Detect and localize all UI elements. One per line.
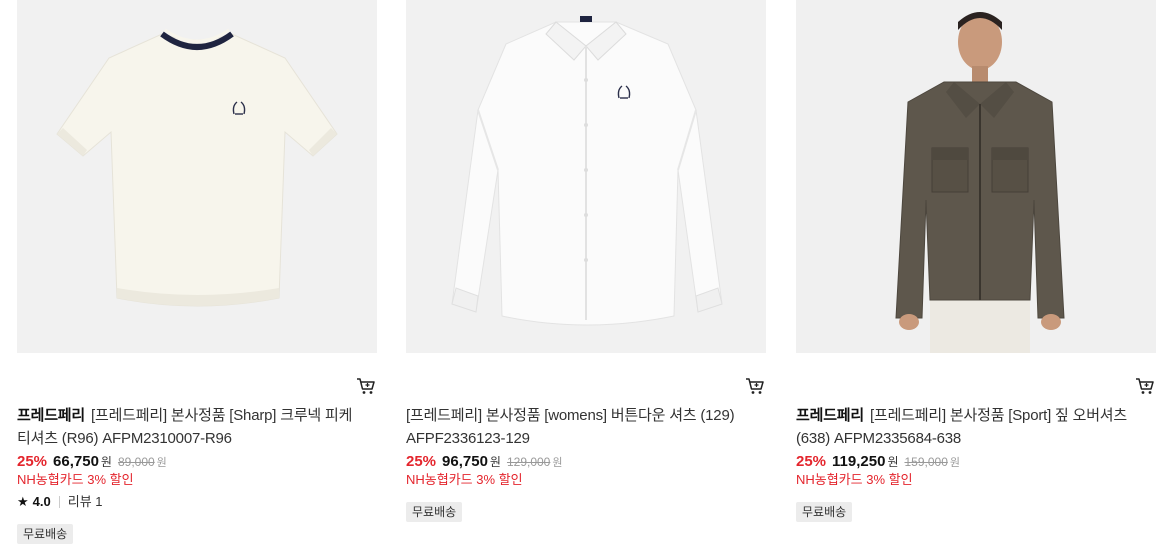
product-name: [프레드페리] 본사정품 [womens] 버튼다운 셔츠 (129) AFPF…	[406, 407, 735, 447]
cart-icon[interactable]	[1135, 377, 1155, 395]
cart-icon-svg	[746, 378, 764, 394]
price-row: 25% 119,250 원 159,000 원	[796, 452, 960, 473]
product-card[interactable]: [프레드페리] 본사정품 [womens] 버튼다운 셔츠 (129) AFPF…	[406, 0, 766, 522]
sale-price: 119,250	[832, 453, 886, 470]
brand-name: 프레드페리	[17, 407, 86, 424]
price-row: 25% 96,750 원 129,000 원	[406, 452, 562, 473]
cart-icon[interactable]	[356, 377, 376, 395]
sale-price: 66,750	[53, 453, 99, 470]
product-image[interactable]	[796, 0, 1156, 353]
free-shipping-badge: 무료배송	[406, 502, 463, 522]
star-icon: ★	[17, 494, 29, 509]
currency: 원	[489, 455, 501, 469]
cart-icon-svg	[1136, 378, 1154, 394]
product-card[interactable]: 프레드페리 [프레드페리] 본사정품 [Sharp] 크루넥 피케 티셔츠 (R9…	[17, 0, 377, 544]
original-price: 89,000	[117, 455, 155, 469]
original-price: 159,000	[904, 455, 948, 469]
rating-value: 4.0	[32, 494, 51, 509]
original-currency: 원	[949, 457, 960, 469]
product-title[interactable]: [프레드페리] 본사정품 [womens] 버튼다운 셔츠 (129) AFPF…	[406, 404, 758, 450]
card-promo: NH농협카드 3% 할인	[796, 472, 913, 487]
divider	[58, 496, 60, 508]
currency: 원	[100, 455, 112, 469]
discount-rate: 25%	[406, 453, 437, 470]
currency: 원	[887, 455, 899, 469]
original-price: 129,000	[506, 455, 551, 469]
cart-icon-svg	[357, 378, 375, 394]
original-currency: 원	[552, 457, 563, 469]
card-promo: NH농협카드 3% 할인	[406, 472, 523, 487]
cart-icon[interactable]	[745, 377, 765, 395]
review-count: 리뷰 1	[67, 494, 103, 509]
discount-rate: 25%	[796, 453, 827, 470]
product-title[interactable]: 프레드페리 [프레드페리] 본사정품 [Sport] 짚 오버셔츠 (638) A…	[796, 404, 1148, 450]
shirt-illustration	[406, 0, 766, 353]
rating-row: ★ 4.0 리뷰 1	[17, 493, 103, 511]
card-promo: NH농협카드 3% 할인	[17, 472, 134, 487]
overshirt-model-illustration	[796, 0, 1156, 353]
product-card[interactable]: 프레드페리 [프레드페리] 본사정품 [Sport] 짚 오버셔츠 (638) A…	[796, 0, 1156, 522]
price-row: 25% 66,750 원 89,000 원	[17, 452, 167, 473]
brand-name: 프레드페리	[796, 407, 865, 424]
free-shipping-badge: 무료배송	[17, 524, 74, 544]
sale-price: 96,750	[442, 453, 488, 470]
product-grid: 프레드페리 [프레드페리] 본사정품 [Sharp] 크루넥 피케 티셔츠 (R9…	[0, 0, 1164, 556]
product-image[interactable]	[406, 0, 766, 353]
discount-rate: 25%	[17, 453, 48, 470]
product-title[interactable]: 프레드페리 [프레드페리] 본사정품 [Sharp] 크루넥 피케 티셔츠 (R9…	[17, 404, 369, 450]
tshirt-illustration	[17, 0, 377, 353]
product-image[interactable]	[17, 0, 377, 353]
free-shipping-badge: 무료배송	[796, 502, 853, 522]
original-currency: 원	[156, 457, 167, 469]
